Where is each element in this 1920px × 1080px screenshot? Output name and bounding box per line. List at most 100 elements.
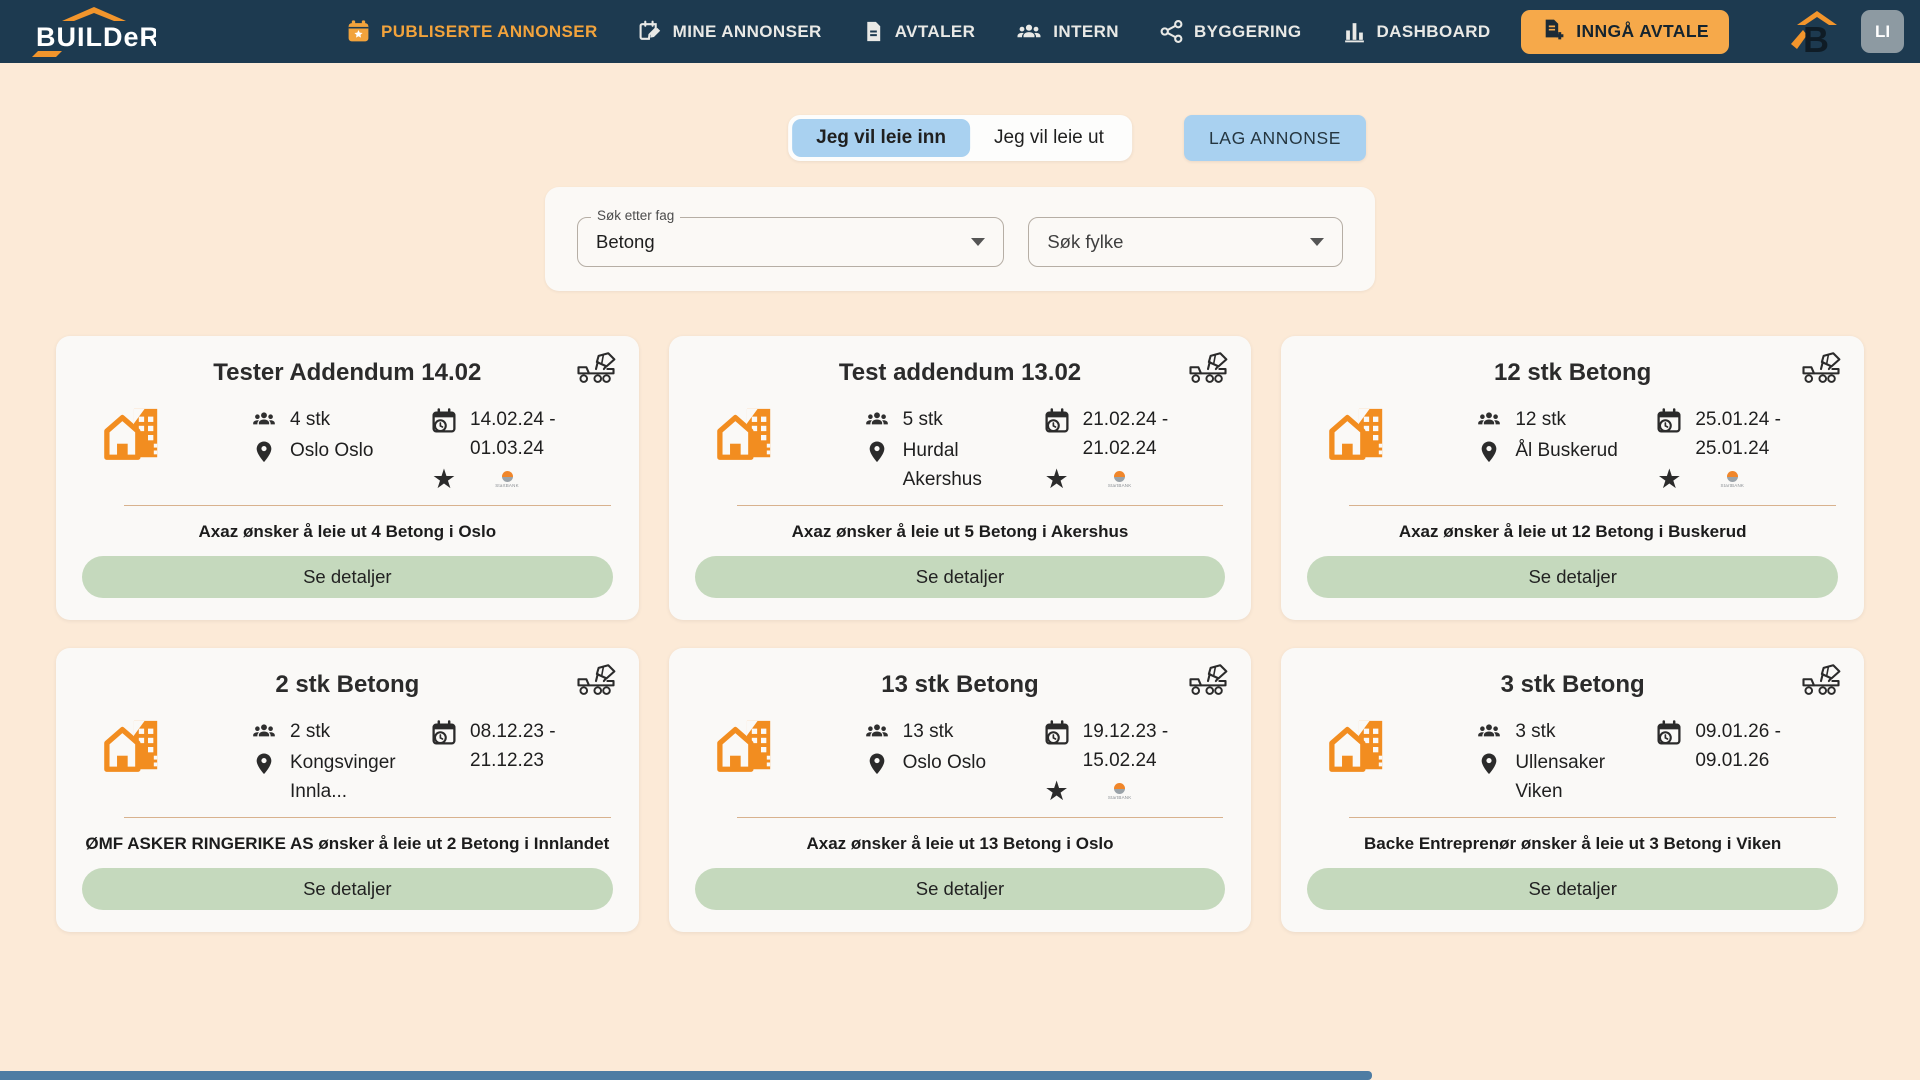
- card-meta-right: 19.12.23 - 15.02.24 ★ StartBANK: [1043, 717, 1228, 807]
- se-detaljer-button[interactable]: Se detaljer: [695, 868, 1226, 910]
- card-divider: [124, 817, 611, 818]
- se-detaljer-button[interactable]: Se detaljer: [1307, 868, 1838, 910]
- calendar-clock-icon: [430, 717, 458, 747]
- svg-text:B: B: [1803, 19, 1829, 56]
- card-title: Test addendum 13.02: [693, 359, 1228, 387]
- startbank-badge: StartBANK: [1099, 471, 1141, 488]
- card-divider: [737, 817, 1224, 818]
- card-meta: 4 stk Oslo Oslo: [80, 399, 615, 503]
- nav-label: DASHBOARD: [1377, 22, 1491, 42]
- dates-row: 08.12.23 - 21.12.23: [430, 717, 615, 775]
- location-row: Ullensaker Viken: [1475, 748, 1647, 806]
- card-description: Axaz ønsker å leie ut 12 Betong i Busker…: [1309, 522, 1836, 542]
- listing-card: 2 stk Betong: [56, 648, 639, 932]
- location-value: Ullensaker Viken: [1515, 748, 1605, 806]
- builder-logo[interactable]: BUILDeR: [28, 4, 156, 60]
- nav-item-avtaler[interactable]: AVTALER: [862, 19, 976, 44]
- nav-item-publiserte-annonser[interactable]: PUBLISERTE ANNONSER: [346, 19, 598, 44]
- card-title: 12 stk Betong: [1305, 359, 1840, 387]
- star-icon: ★: [1655, 465, 1683, 493]
- location-value: Ål Buskerud: [1515, 436, 1617, 465]
- nav-item-mine-annonser[interactable]: MINE ANNONSER: [638, 19, 822, 44]
- location-row: Oslo Oslo: [250, 436, 422, 465]
- building-icon: [1325, 717, 1391, 782]
- nav-label: PUBLISERTE ANNONSER: [381, 22, 598, 42]
- card-title: 13 stk Betong: [693, 671, 1228, 699]
- se-detaljer-button[interactable]: Se detaljer: [82, 556, 613, 598]
- concrete-mixer-icon: [575, 663, 617, 704]
- network-nodes-icon: [1159, 19, 1184, 44]
- quantity-value: 2 stk: [290, 717, 330, 746]
- card-meta: 2 stk Kongsvinger Innla...: [80, 711, 615, 815]
- quantity-row: 5 stk: [863, 405, 1035, 434]
- rating-row: ★ StartBANK: [1043, 777, 1228, 805]
- card-meta: 5 stk Hurdal Akershus: [693, 399, 1228, 503]
- card-title: 3 stk Betong: [1305, 671, 1840, 699]
- people-icon: [250, 405, 278, 430]
- quantity-value: 13 stk: [903, 717, 954, 746]
- card-meta-left: 4 stk Oslo Oslo: [250, 405, 422, 467]
- fag-select[interactable]: Søk etter fag Betong: [577, 217, 1004, 267]
- main-nav: PUBLISERTE ANNONSER MINE ANNONSER AVTALE…: [346, 19, 1491, 44]
- se-detaljer-button[interactable]: Se detaljer: [695, 556, 1226, 598]
- location-row: Kongsvinger Innla...: [250, 748, 422, 806]
- rent-mode-toggle: Jeg vil leie inn Jeg vil leie ut: [788, 115, 1132, 161]
- card-meta-right: 14.02.24 - 01.03.24 ★ StartBANK: [430, 405, 615, 495]
- building-icon: [1325, 405, 1391, 470]
- startbank-badge-mark: [1114, 471, 1125, 482]
- dates-value: 25.01.24 - 25.01.24: [1695, 405, 1840, 463]
- startbank-badge-mark: [1727, 471, 1738, 482]
- nav-label: BYGGERING: [1194, 22, 1302, 42]
- nav-label: MINE ANNONSER: [673, 22, 822, 42]
- svg-text:BUILDeR: BUILDeR: [36, 22, 156, 52]
- fylke-select[interactable]: Søk fylke: [1028, 217, 1343, 267]
- dates-value: 08.12.23 - 21.12.23: [470, 717, 556, 775]
- location-pin-icon: [250, 436, 278, 465]
- building-icon: [100, 717, 166, 782]
- quantity-row: 2 stk: [250, 717, 422, 746]
- location-value: Oslo Oslo: [903, 748, 986, 777]
- dates-row: 19.12.23 - 15.02.24: [1043, 717, 1228, 775]
- chevron-down-icon: [971, 238, 985, 246]
- mode-toggle-row: Jeg vil leie inn Jeg vil leie ut LAG ANN…: [0, 115, 1920, 161]
- fag-select-label: Søk etter fag: [591, 208, 680, 223]
- card-description: Axaz ønsker å leie ut 4 Betong i Oslo: [84, 522, 611, 542]
- fylke-select-placeholder: Søk fylke: [1047, 231, 1123, 253]
- lag-annonse-button[interactable]: LAG ANNONSE: [1184, 115, 1366, 161]
- quantity-row: 4 stk: [250, 405, 422, 434]
- building-icon: [713, 717, 779, 782]
- card-description: Axaz ønsker å leie ut 5 Betong i Akershu…: [697, 522, 1224, 542]
- quantity-value: 12 stk: [1515, 405, 1566, 434]
- location-value: Oslo Oslo: [290, 436, 373, 465]
- horizontal-scrollbar-track: [0, 1071, 1920, 1080]
- building-icon: [100, 405, 166, 470]
- card-title: Tester Addendum 14.02: [80, 359, 615, 387]
- user-avatar[interactable]: LI: [1861, 10, 1904, 53]
- se-detaljer-button[interactable]: Se detaljer: [82, 868, 613, 910]
- se-detaljer-button[interactable]: Se detaljer: [1307, 556, 1838, 598]
- builder-mini-logo[interactable]: B: [1785, 8, 1839, 56]
- card-meta: 13 stk Oslo Oslo: [693, 711, 1228, 815]
- location-pin-icon: [1475, 748, 1503, 777]
- people-icon: [863, 717, 891, 742]
- toggle-leie-inn[interactable]: Jeg vil leie inn: [792, 119, 970, 157]
- quantity-row: 12 stk: [1475, 405, 1647, 434]
- top-navbar: BUILDeR PUBLISERTE ANNONSER: [0, 0, 1920, 63]
- innga-avtale-button[interactable]: INNGÅ AVTALE: [1521, 10, 1729, 54]
- quantity-row: 13 stk: [863, 717, 1035, 746]
- chevron-down-icon: [1310, 238, 1324, 246]
- location-value: Kongsvinger Innla...: [290, 748, 396, 806]
- horizontal-scrollbar-thumb[interactable]: [0, 1071, 1372, 1080]
- card-description: Backe Entreprenør ønsker å leie ut 3 Bet…: [1309, 834, 1836, 854]
- toggle-leie-ut[interactable]: Jeg vil leie ut: [970, 119, 1128, 157]
- location-value: Hurdal Akershus: [903, 436, 982, 494]
- calendar-clock-icon: [430, 405, 458, 435]
- nav-item-dashboard[interactable]: DASHBOARD: [1342, 19, 1491, 44]
- nav-item-byggering[interactable]: BYGGERING: [1159, 19, 1302, 44]
- quantity-value: 3 stk: [1515, 717, 1555, 746]
- location-pin-icon: [863, 748, 891, 777]
- listing-card: Tester Addendum 14.02: [56, 336, 639, 620]
- dates-row: 25.01.24 - 25.01.24: [1655, 405, 1840, 463]
- building-icon: [713, 405, 779, 470]
- nav-item-intern[interactable]: INTERN: [1015, 19, 1119, 44]
